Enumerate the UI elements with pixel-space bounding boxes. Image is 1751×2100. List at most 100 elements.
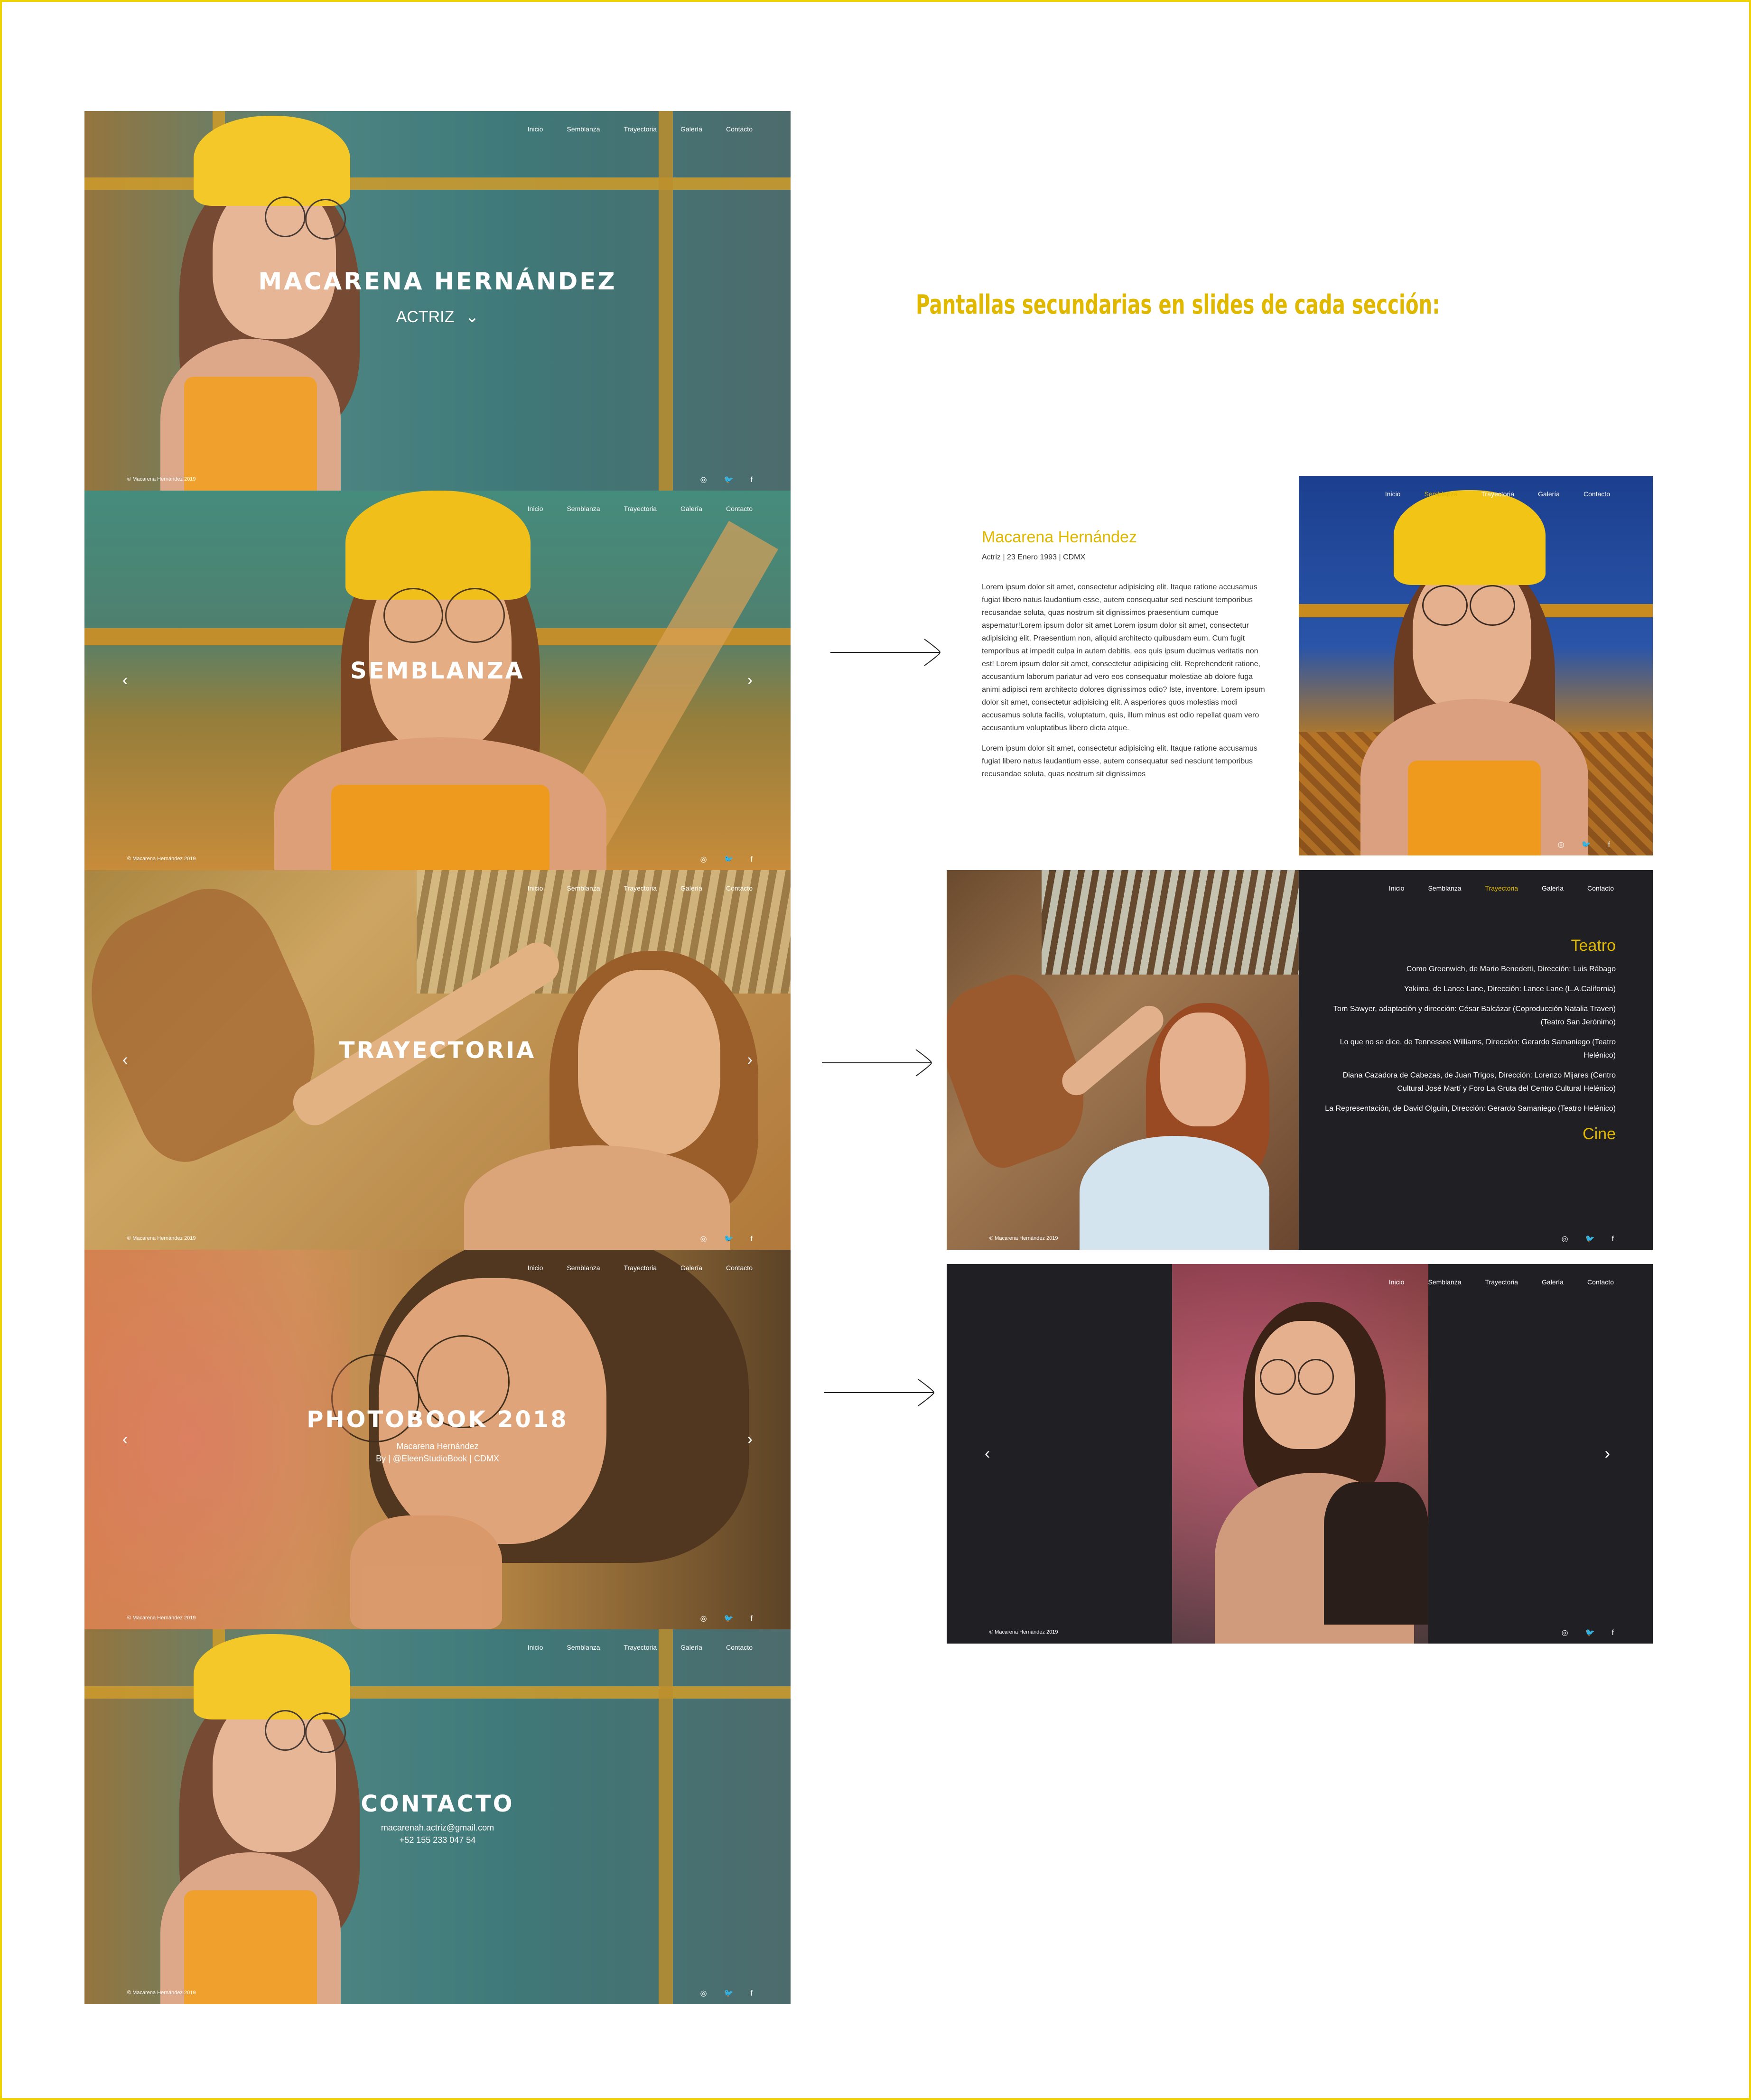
home-role: ACTRIZ xyxy=(396,308,455,326)
contacto-phone[interactable]: +52 155 233 047 54 xyxy=(84,1835,791,1845)
twitter-icon[interactable]: 🐦 xyxy=(724,476,734,484)
social-links: ◎ 🐦 f xyxy=(1562,1629,1614,1637)
twitter-icon[interactable]: 🐦 xyxy=(724,1990,734,1998)
nav-inicio[interactable]: Inicio xyxy=(528,884,543,892)
nav-trayectoria[interactable]: Trayectoria xyxy=(1485,1278,1518,1286)
facebook-icon[interactable]: f xyxy=(751,1990,753,1998)
home-title: MACARENA HERNÁNDEZ xyxy=(258,268,617,295)
chevron-right-icon[interactable]: › xyxy=(747,671,753,690)
instagram-icon[interactable]: ◎ xyxy=(700,856,707,864)
nav-inicio[interactable]: Inicio xyxy=(528,125,543,133)
nav-contacto[interactable]: Contacto xyxy=(726,1264,753,1272)
nav-galeria[interactable]: Galería xyxy=(1542,884,1564,892)
nav-inicio[interactable]: Inicio xyxy=(528,1264,543,1272)
instagram-icon[interactable]: ◎ xyxy=(1562,1629,1568,1637)
twitter-icon[interactable]: 🐦 xyxy=(724,1236,734,1243)
twitter-icon[interactable]: 🐦 xyxy=(724,1615,734,1623)
trayectoria-detail-screen: © Macarena Hernández 2019 Inicio Semblan… xyxy=(947,870,1653,1250)
nav-inicio[interactable]: Inicio xyxy=(1385,490,1401,498)
footer-copyright: © Macarena Hernández 2019 xyxy=(127,1990,196,1996)
nav-semblanza[interactable]: Semblanza xyxy=(1424,490,1457,498)
facebook-icon[interactable]: f xyxy=(751,856,753,864)
semblanza-detail-photo: Inicio Semblanza Trayectoria Galería Con… xyxy=(1299,476,1653,855)
main-nav: Inicio Semblanza Trayectoria Galería Con… xyxy=(528,884,753,892)
facebook-icon[interactable]: f xyxy=(751,476,753,484)
nav-contacto[interactable]: Contacto xyxy=(1587,1278,1614,1286)
contacto-email[interactable]: macarenah.actriz@gmail.com xyxy=(84,1823,791,1833)
facebook-icon[interactable]: f xyxy=(1612,1629,1614,1637)
nav-trayectoria[interactable]: Trayectoria xyxy=(1485,884,1518,892)
instagram-icon[interactable]: ◎ xyxy=(700,1990,707,1998)
nav-trayectoria[interactable]: Trayectoria xyxy=(624,1264,657,1272)
nav-galeria[interactable]: Galería xyxy=(680,1644,702,1651)
nav-galeria[interactable]: Galería xyxy=(680,1264,702,1272)
nav-semblanza[interactable]: Semblanza xyxy=(567,1644,600,1651)
photobook-title: PHOTOBOOK 2018 xyxy=(307,1406,568,1433)
chevron-down-icon[interactable]: ⌄ xyxy=(466,307,479,326)
nav-contacto[interactable]: Contacto xyxy=(726,1644,753,1651)
instagram-icon[interactable]: ◎ xyxy=(700,1615,707,1623)
social-links: ◎ 🐦 f xyxy=(700,476,753,484)
nav-semblanza[interactable]: Semblanza xyxy=(1428,1278,1461,1286)
profile-meta: Actriz | 23 Enero 1993 | CDMX xyxy=(982,553,1086,561)
nav-trayectoria[interactable]: Trayectoria xyxy=(624,1644,657,1651)
home-role-row[interactable]: ACTRIZ ⌄ xyxy=(84,307,791,326)
main-nav: Inicio Semblanza Trayectoria Galería Con… xyxy=(528,505,753,512)
chevron-left-icon[interactable]: ‹ xyxy=(985,1445,990,1463)
main-nav: Inicio Semblanza Trayectoria Galería Con… xyxy=(528,1644,753,1651)
nav-contacto[interactable]: Contacto xyxy=(1583,490,1610,498)
twitter-icon[interactable]: 🐦 xyxy=(1585,1236,1595,1243)
nav-semblanza[interactable]: Semblanza xyxy=(1428,884,1461,892)
nav-contacto[interactable]: Contacto xyxy=(726,125,753,133)
instagram-icon[interactable]: ◎ xyxy=(700,1236,707,1243)
footer-copyright: © Macarena Hernández 2019 xyxy=(127,856,196,862)
nav-semblanza[interactable]: Semblanza xyxy=(567,125,600,133)
trayectoria-list: Teatro Como Greenwich, de Mario Benedett… xyxy=(1322,937,1616,1217)
nav-semblanza[interactable]: Semblanza xyxy=(567,884,600,892)
twitter-icon[interactable]: 🐦 xyxy=(724,856,734,864)
facebook-icon[interactable]: f xyxy=(751,1236,753,1243)
instagram-icon[interactable]: ◎ xyxy=(1558,841,1565,849)
nav-inicio[interactable]: Inicio xyxy=(528,1644,543,1651)
instagram-icon[interactable]: ◎ xyxy=(700,476,707,484)
nav-galeria[interactable]: Galería xyxy=(1542,1278,1564,1286)
nav-trayectoria[interactable]: Trayectoria xyxy=(1481,490,1515,498)
nav-galeria[interactable]: Galería xyxy=(1538,490,1560,498)
twitter-icon[interactable]: 🐦 xyxy=(1585,1629,1595,1637)
chevron-left-icon[interactable]: ‹ xyxy=(122,1431,128,1449)
nav-contacto[interactable]: Contacto xyxy=(726,884,753,892)
chevron-right-icon[interactable]: › xyxy=(747,1431,753,1449)
instagram-icon[interactable]: ◎ xyxy=(1562,1236,1568,1243)
photobook-screen: Inicio Semblanza Trayectoria Galería Con… xyxy=(84,1250,791,1629)
chevron-left-icon[interactable]: ‹ xyxy=(122,671,128,690)
nav-galeria[interactable]: Galería xyxy=(680,505,702,512)
facebook-icon[interactable]: f xyxy=(751,1615,753,1623)
nav-trayectoria[interactable]: Trayectoria xyxy=(624,125,657,133)
nav-contacto[interactable]: Contacto xyxy=(1587,884,1614,892)
footer-copyright: © Macarena Hernández 2019 xyxy=(989,1629,1058,1635)
semblanza-detail-screen: Macarena Hernández Actriz | 23 Enero 199… xyxy=(947,476,1653,855)
nav-trayectoria[interactable]: Trayectoria xyxy=(624,884,657,892)
nav-inicio[interactable]: Inicio xyxy=(528,505,543,512)
main-nav: Inicio Semblanza Trayectoria Galería Con… xyxy=(1385,490,1610,498)
semblanza-title: SEMBLANZA xyxy=(350,658,525,684)
nav-galeria[interactable]: Galería xyxy=(680,884,702,892)
twitter-icon[interactable]: 🐦 xyxy=(1582,841,1591,849)
teatro-heading: Teatro xyxy=(1571,937,1616,955)
chevron-right-icon[interactable]: › xyxy=(1605,1445,1610,1463)
nav-semblanza[interactable]: Semblanza xyxy=(567,505,600,512)
list-item: Lo que no se dice, de Tennessee Williams… xyxy=(1340,1038,1616,1059)
facebook-icon[interactable]: f xyxy=(1608,841,1610,849)
chevron-right-icon[interactable]: › xyxy=(747,1051,753,1069)
nav-inicio[interactable]: Inicio xyxy=(1389,1278,1405,1286)
facebook-icon[interactable]: f xyxy=(1612,1236,1614,1243)
cine-heading: Cine xyxy=(1583,1125,1616,1143)
nav-galeria[interactable]: Galería xyxy=(680,125,702,133)
list-item: Yakima, de Lance Lane, Dirección: Lance … xyxy=(1404,985,1616,993)
bio-paragraph: Lorem ipsum dolor sit amet, consectetur … xyxy=(982,744,1257,778)
nav-trayectoria[interactable]: Trayectoria xyxy=(624,505,657,512)
nav-semblanza[interactable]: Semblanza xyxy=(567,1264,600,1272)
nav-contacto[interactable]: Contacto xyxy=(726,505,753,512)
nav-inicio[interactable]: Inicio xyxy=(1389,884,1405,892)
chevron-left-icon[interactable]: ‹ xyxy=(122,1051,128,1069)
